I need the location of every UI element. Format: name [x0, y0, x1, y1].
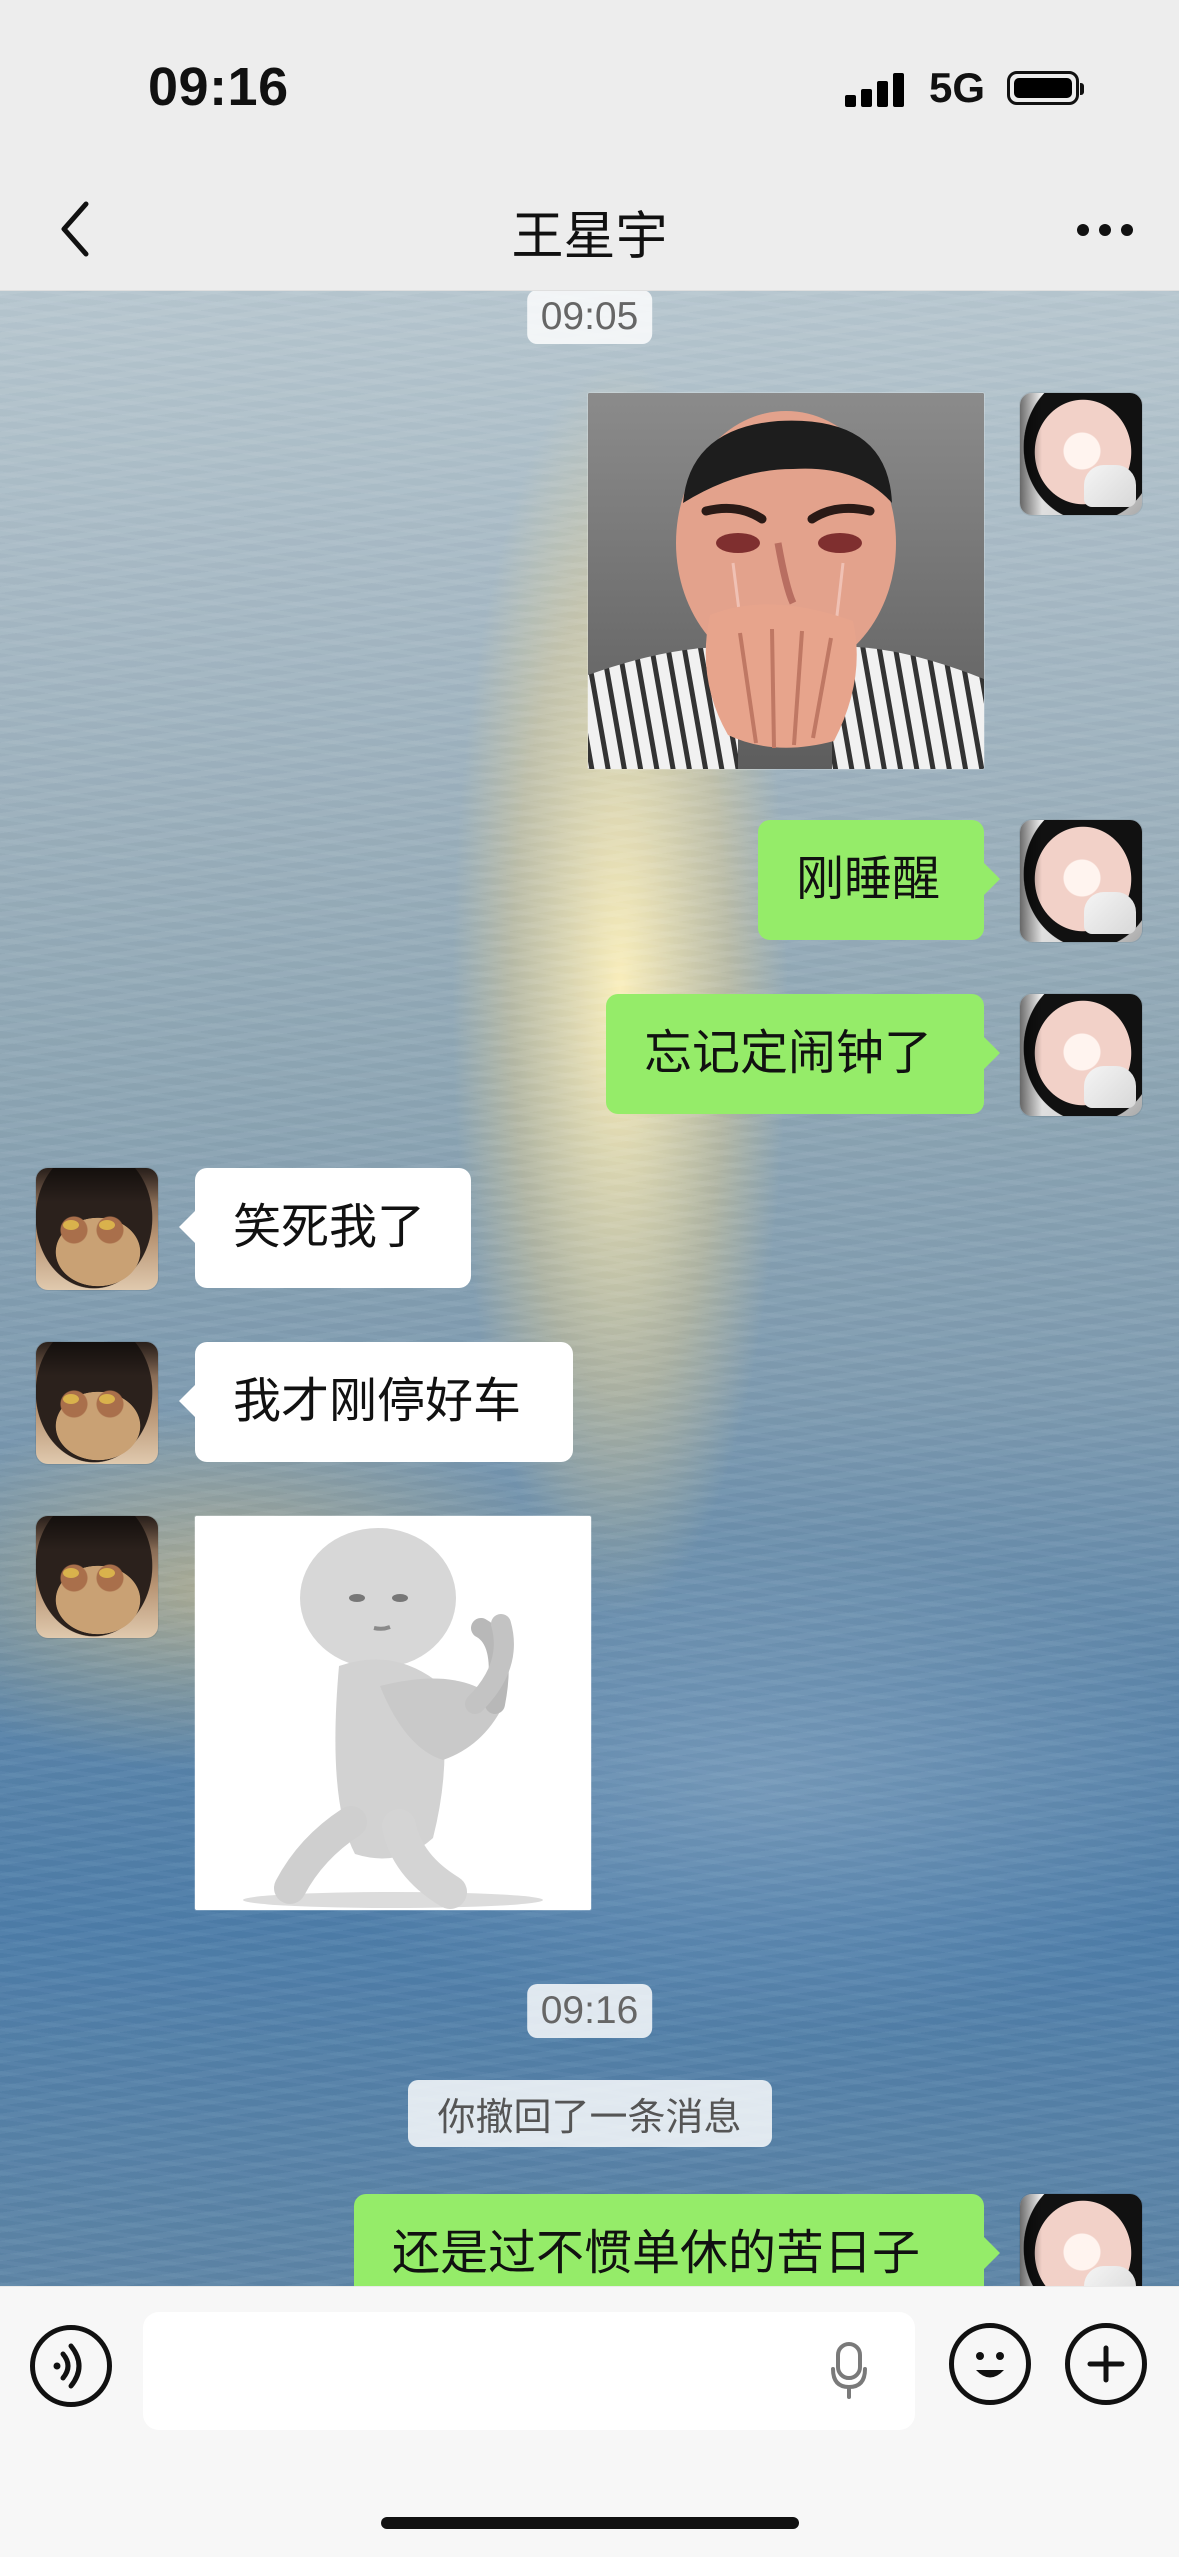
message-bubble-other[interactable]: 笑死我了	[179, 1168, 471, 1288]
voice-button[interactable]	[30, 2325, 112, 2407]
message-bubble-self[interactable]: 忘记定闹钟了	[606, 994, 1000, 1114]
network-type: 5G	[928, 64, 985, 111]
emoji-icon	[976, 2352, 1004, 2378]
battery-icon	[1007, 71, 1084, 105]
self-avatar[interactable]	[1020, 994, 1142, 1116]
more-button[interactable]	[1065, 200, 1145, 260]
contact-avatar[interactable]	[36, 1342, 158, 1464]
status-bar: 09:16 5G	[0, 0, 1179, 170]
chat-title: 王星宇	[511, 207, 668, 267]
voice-icon	[53, 2343, 82, 2389]
emoji-button[interactable]	[949, 2323, 1031, 2405]
status-indicators: 5G	[844, 64, 1084, 112]
timestamp: 09:16	[526, 1984, 653, 2038]
praying-figure-sticker	[195, 1516, 591, 1910]
contact-avatar[interactable]	[36, 1168, 158, 1290]
timestamp: 09:05	[526, 290, 653, 344]
message-input-bar	[0, 2286, 1179, 2557]
plus-icon	[1087, 2345, 1125, 2383]
message-input[interactable]	[143, 2312, 915, 2430]
home-indicator	[381, 2517, 799, 2529]
chat-header: 王星宇	[0, 170, 1179, 291]
image-message-crying-man[interactable]	[588, 393, 984, 769]
self-avatar[interactable]	[1020, 820, 1142, 942]
recall-notice: 你撤回了一条消息	[407, 2080, 772, 2147]
message-bubble-self[interactable]: 刚睡醒	[758, 820, 1000, 940]
plus-button[interactable]	[1065, 2323, 1147, 2405]
more-icon	[1077, 224, 1133, 236]
sticker-message-praying-figure[interactable]	[195, 1516, 591, 1910]
self-avatar[interactable]	[1020, 393, 1142, 515]
message-bubble-other[interactable]: 我才刚停好车	[179, 1342, 573, 1462]
chat-message-list[interactable]: 09:05 刚睡醒 忘记定闹钟了 笑死我了 我才刚停好车 09:16 你撤回了一…	[0, 290, 1179, 2316]
contact-avatar[interactable]	[36, 1516, 158, 1638]
crying-man-image	[588, 393, 984, 769]
mic-icon[interactable]	[823, 2339, 875, 2403]
status-time: 09:16	[148, 57, 289, 117]
signal-icon	[844, 69, 907, 107]
